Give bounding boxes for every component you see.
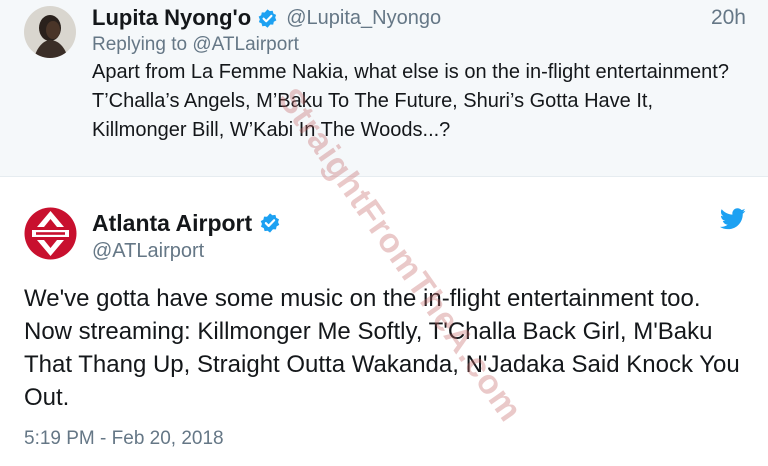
tweet-timestamp[interactable]: 5:19 PM - Feb 20, 2018: [24, 428, 224, 450]
user-handle[interactable]: @ATLairport: [92, 240, 204, 263]
tweet-time[interactable]: 20h: [711, 6, 746, 30]
user-handle[interactable]: @Lupita_Nyongo: [286, 7, 441, 30]
user-name[interactable]: Atlanta Airport: [92, 210, 252, 237]
replying-to: Replying to @ATLairport: [92, 34, 299, 56]
reply-name-line: Lupita Nyong'o @Lupita_Nyongo: [92, 4, 441, 32]
replying-prefix: Replying to: [92, 34, 188, 55]
verified-badge-icon: [258, 8, 277, 28]
verified-badge-icon: [260, 213, 280, 233]
main-name-line: Atlanta Airport: [92, 208, 281, 238]
avatar-atl-logo[interactable]: [24, 207, 77, 260]
user-name[interactable]: Lupita Nyong'o: [92, 5, 251, 31]
main-tweet-text: We've gotta have some music on the in-fl…: [24, 285, 740, 411]
replying-to-link[interactable]: @ATLairport: [192, 34, 299, 55]
reply-tweet-text: Apart from La Femme Nakia, what else is …: [92, 61, 729, 141]
reply-tweet[interactable]: Lupita Nyong'o @Lupita_Nyongo 20h Replyi…: [0, 0, 768, 177]
twitter-bird-icon[interactable]: [720, 208, 746, 230]
avatar-lupita[interactable]: [24, 6, 76, 58]
